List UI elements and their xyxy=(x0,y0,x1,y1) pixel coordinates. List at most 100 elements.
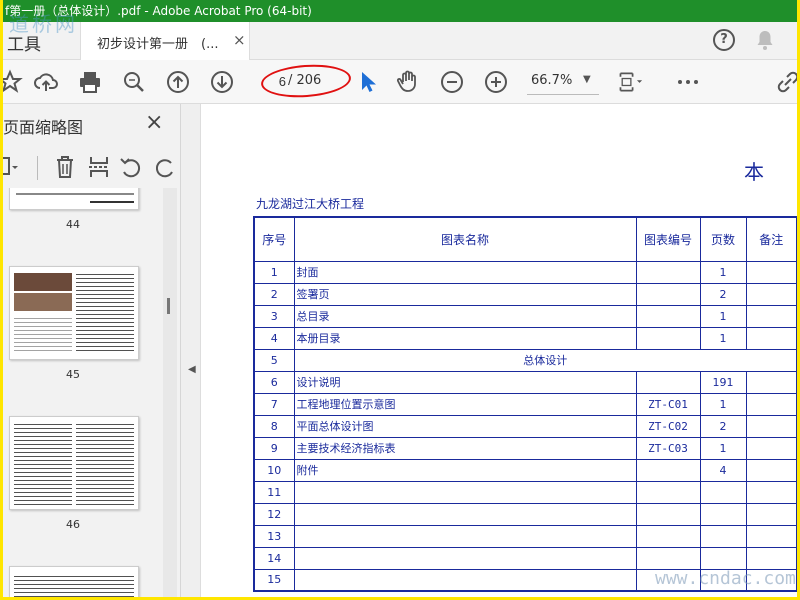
tab-tools[interactable]: 工具 xyxy=(7,30,41,55)
bell-icon[interactable] xyxy=(753,28,777,52)
table-cell: 191 xyxy=(699,370,747,394)
table-cell: 2 xyxy=(699,414,747,438)
zoom-field-underline xyxy=(527,94,599,95)
thumbnail-scrollbar[interactable] xyxy=(163,188,177,597)
document-view[interactable]: 本 册 九龙湖过江大桥工程 序号 图表名称 图表编号 页数 备注 1封面12签署… xyxy=(201,104,797,597)
acrobat-window: f第一册（总体设计）.pdf - Adobe Acrobat Pro (64-b… xyxy=(3,0,797,597)
zoom-search-icon[interactable] xyxy=(121,69,147,95)
table-cell: ZT-C01 xyxy=(635,392,701,416)
table-cell xyxy=(293,502,637,526)
table-cell: 11 xyxy=(253,480,295,504)
table-cell xyxy=(635,458,701,482)
table-cell xyxy=(745,568,797,592)
close-tab-button[interactable]: × xyxy=(233,31,246,49)
zoom-dropdown-icon[interactable]: ▼ xyxy=(583,74,591,85)
rotate-ccw-icon[interactable] xyxy=(119,154,143,180)
window-title: f第一册（总体设计）.pdf - Adobe Acrobat Pro (64-b… xyxy=(5,4,312,18)
table-cell: 封面 xyxy=(293,260,637,284)
table-cell: 8 xyxy=(253,414,295,438)
table-cell: 附件 xyxy=(293,458,637,482)
table-row: 3 总目录 1 xyxy=(253,304,797,328)
more-icon[interactable] xyxy=(675,69,701,95)
table-cell xyxy=(699,546,747,570)
page-down-icon[interactable] xyxy=(209,69,235,95)
table-cell: 平面总体设计图 xyxy=(293,414,637,438)
thumbnail-page[interactable] xyxy=(9,416,139,510)
thumbnail-page[interactable] xyxy=(9,266,139,360)
scrollbar-thumb[interactable] xyxy=(167,298,170,314)
table-row: 8 平面总体设计图 ZT-C02 2 xyxy=(253,414,797,438)
cloud-upload-icon[interactable] xyxy=(33,69,59,95)
trash-icon[interactable] xyxy=(53,154,77,180)
help-icon[interactable]: ? xyxy=(713,29,735,51)
thumbnail-panel: 页面缩略图 × 44 45 46 xyxy=(3,104,181,597)
zoom-in-icon[interactable] xyxy=(483,69,509,95)
star-icon[interactable] xyxy=(3,69,23,95)
thumbnail-page[interactable] xyxy=(9,566,139,597)
table-row: 11 xyxy=(253,480,797,504)
table-row: 15 xyxy=(253,568,797,592)
zoom-level-field[interactable]: 66.7% xyxy=(531,73,572,88)
options-icon[interactable] xyxy=(3,154,19,180)
table-cell: 15 xyxy=(253,568,295,592)
table-row: 10 附件 4 xyxy=(253,458,797,482)
table-cell: 7 xyxy=(253,392,295,416)
link-icon[interactable] xyxy=(775,69,797,95)
collapse-arrow-icon[interactable]: ◀ xyxy=(188,364,196,375)
table-cell xyxy=(745,502,797,526)
table-cell: 1 xyxy=(699,392,747,416)
table-cell xyxy=(635,370,701,394)
hand-icon[interactable] xyxy=(395,69,421,95)
table-cell: 1 xyxy=(253,260,295,284)
table-row: 9 主要技术经济指标表 ZT-C03 1 xyxy=(253,436,797,460)
page-up-icon[interactable] xyxy=(165,69,191,95)
table-cell: 设计说明 xyxy=(293,370,637,394)
table-cell: 9 xyxy=(253,436,295,460)
rotate-cw-icon[interactable] xyxy=(153,154,177,180)
table-row: 12 xyxy=(253,502,797,526)
print-icon[interactable] xyxy=(77,69,103,95)
table-cell xyxy=(745,392,797,416)
table-cell xyxy=(745,546,797,570)
project-name: 九龙湖过江大桥工程 xyxy=(256,197,365,211)
column-header: 备注 xyxy=(745,216,797,262)
table-cell: ZT-C03 xyxy=(635,436,701,460)
table-cell xyxy=(293,546,637,570)
table-cell xyxy=(745,370,797,394)
table-row: 2 签署页 2 xyxy=(253,282,797,306)
window-title-bar: f第一册（总体设计）.pdf - Adobe Acrobat Pro (64-b… xyxy=(3,0,797,22)
table-body: 1 封面 1 2 签署页 2 3 总目录 1 4 本册目录 1 5 总体设计 6 设计说明 191 7 工程地理位置… xyxy=(253,260,797,592)
document-heading: 本 册 xyxy=(744,160,797,184)
zoom-out-icon[interactable] xyxy=(439,69,465,95)
table-cell xyxy=(699,502,747,526)
close-panel-button[interactable]: × xyxy=(145,110,163,135)
fit-page-icon[interactable] xyxy=(617,69,643,95)
table-cell: 1 xyxy=(699,326,747,350)
table-cell: 总目录 xyxy=(293,304,637,328)
table-cell: 2 xyxy=(253,282,295,306)
table-cell xyxy=(293,480,637,504)
table-row: 1 封面 1 xyxy=(253,260,797,284)
panel-collapse-handle[interactable]: ◀ xyxy=(181,104,201,597)
table-cell: ZT-C02 xyxy=(635,414,701,438)
table-cell xyxy=(635,568,701,592)
tab-document[interactable]: 初步设计第一册 (... × xyxy=(80,22,250,60)
table-row: 7 工程地理位置示意图 ZT-C01 1 xyxy=(253,392,797,416)
insert-page-icon[interactable] xyxy=(87,154,111,180)
table-cell xyxy=(635,502,701,526)
table-cell: 5 xyxy=(253,348,295,372)
table-cell xyxy=(745,436,797,460)
table-cell xyxy=(635,524,701,548)
table-cell: 4 xyxy=(253,326,295,350)
table-cell xyxy=(293,568,637,592)
thumbnail-page[interactable] xyxy=(9,188,139,210)
table-row: 14 xyxy=(253,546,797,570)
table-cell xyxy=(635,480,701,504)
table-cell xyxy=(635,282,701,306)
table-row: 6 设计说明 191 xyxy=(253,370,797,394)
table-header-row: 序号 图表名称 图表编号 页数 备注 xyxy=(253,216,797,262)
table-cell xyxy=(745,260,797,284)
table-cell xyxy=(635,260,701,284)
select-cursor-icon[interactable] xyxy=(355,69,381,95)
table-cell xyxy=(635,304,701,328)
